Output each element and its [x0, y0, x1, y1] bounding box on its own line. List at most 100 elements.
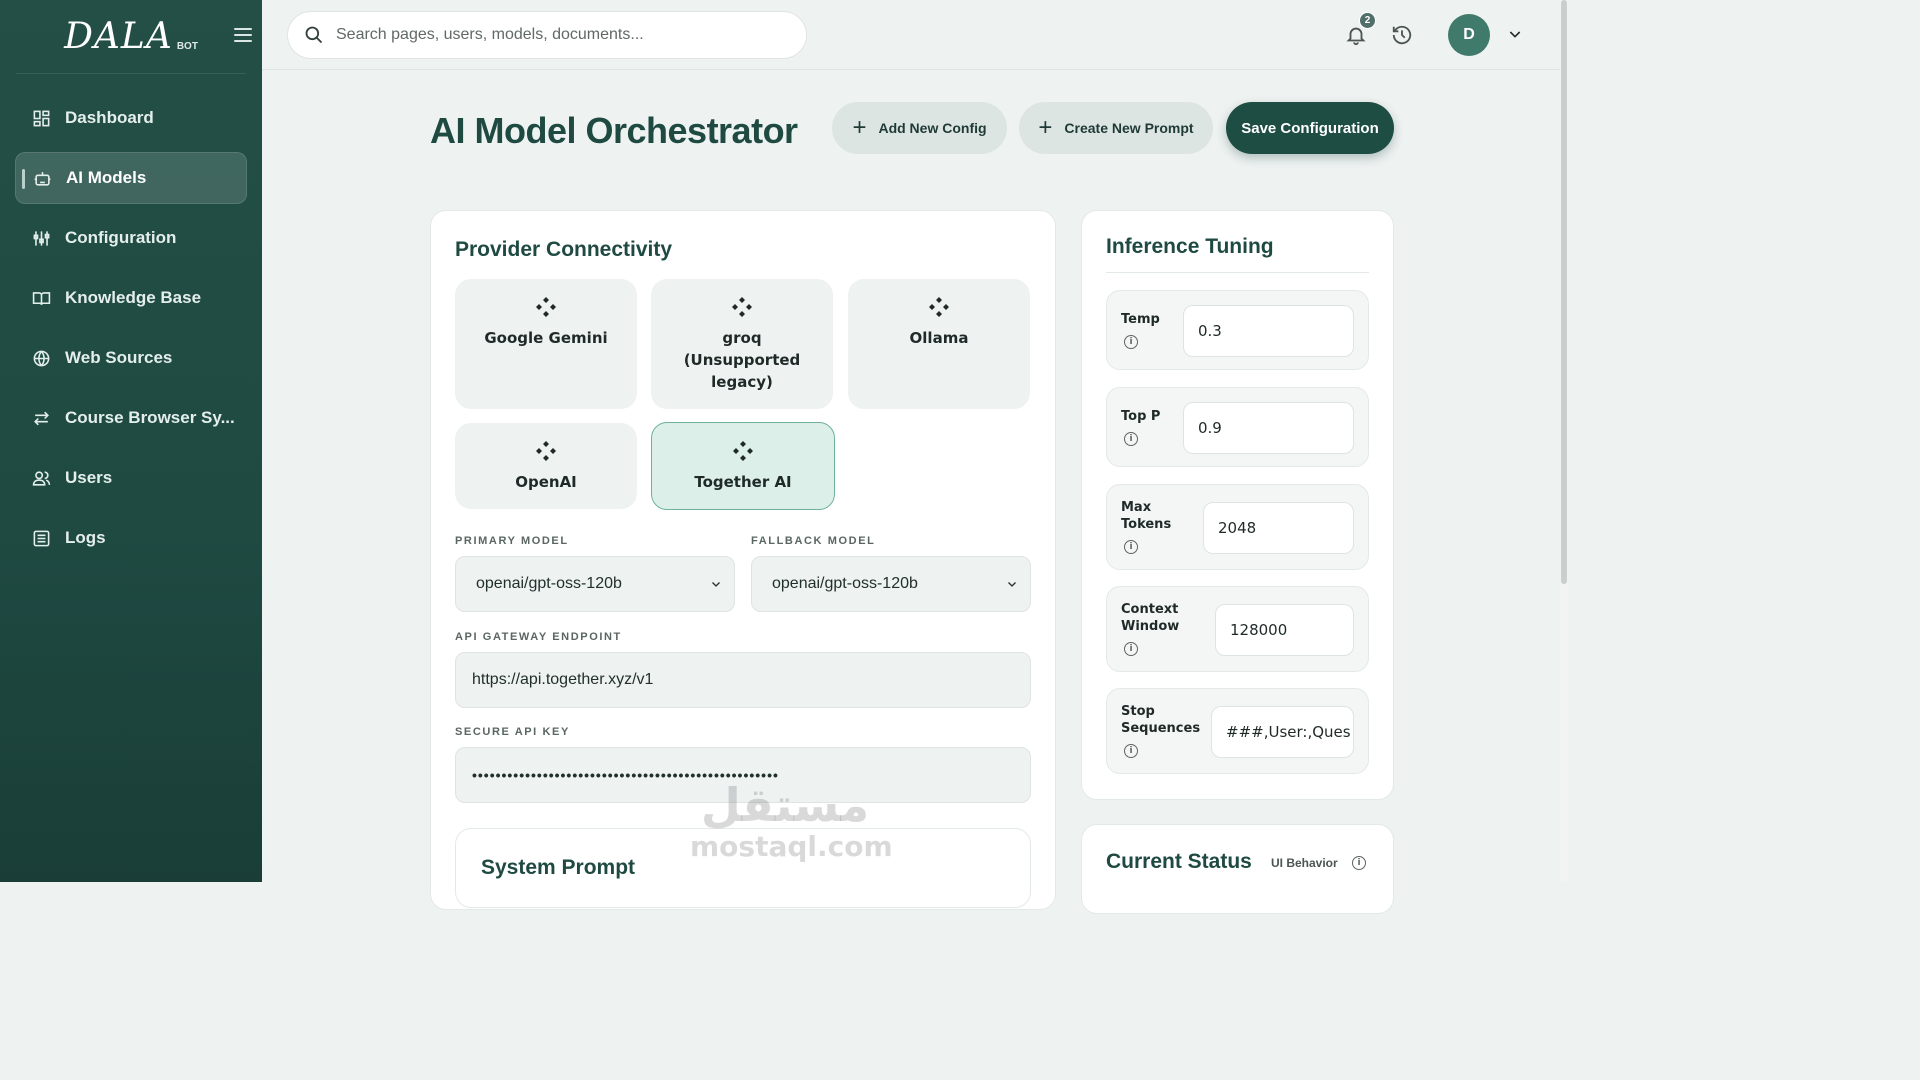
info-icon[interactable]: i	[1124, 744, 1138, 758]
chevron-down-icon[interactable]	[1507, 26, 1523, 42]
globe-icon	[31, 348, 51, 368]
provider-icon	[929, 297, 949, 317]
sidebar-item-dashboard[interactable]: Dashboard	[15, 92, 247, 144]
ui-behavior-label: UI Behavior	[1271, 856, 1338, 870]
info-icon[interactable]: i	[1124, 335, 1138, 349]
topbar: 2 D	[262, 0, 1568, 882]
logo-row: DALA BOT	[16, 0, 252, 74]
fallback-model-value: openai/gpt-oss-120b	[772, 575, 918, 592]
max-tokens-input[interactable]: 2048	[1203, 502, 1354, 554]
provider-name: Together AI	[694, 473, 792, 491]
sidebar-nav: Dashboard AI Models Configuration Knowle…	[0, 92, 262, 564]
scrollbar-thumb[interactable]	[1561, 0, 1567, 584]
plus-icon: +	[852, 114, 867, 141]
plus-icon: +	[1038, 114, 1053, 141]
provider-icon	[536, 441, 556, 461]
hamburger-menu-icon[interactable]	[234, 28, 252, 44]
context-window-input[interactable]: 128000	[1215, 604, 1354, 656]
create-new-prompt-button[interactable]: + Create New Prompt	[1019, 102, 1213, 154]
robot-icon	[32, 168, 52, 188]
sidebar-item-label: Web Sources	[65, 348, 173, 367]
provider-connectivity-title: Provider Connectivity	[455, 238, 673, 261]
provider-ollama[interactable]: Ollama	[848, 279, 1030, 409]
primary-model-label: PRIMARY MODEL	[455, 535, 569, 547]
tuning-label: Top P	[1121, 409, 1161, 424]
scrollbar[interactable]	[1560, 0, 1568, 882]
sidebar: DALA BOT Dashboard AI Models Configurati…	[0, 0, 262, 882]
avatar[interactable]: D	[1448, 14, 1490, 56]
provider-icon	[733, 441, 753, 461]
sidebar-item-label: AI Models	[66, 168, 147, 187]
search-bar[interactable]	[287, 11, 807, 59]
watermark-arabic: مستقل	[700, 778, 870, 832]
fallback-model-select[interactable]: openai/gpt-oss-120b	[751, 556, 1031, 612]
top-p-input[interactable]: 0.9	[1183, 402, 1354, 454]
dashboard-icon	[31, 108, 51, 128]
watermark-latin: mostaql.com	[690, 830, 893, 863]
search-icon	[305, 26, 323, 44]
sidebar-item-configuration[interactable]: Configuration	[15, 212, 247, 264]
users-icon	[31, 468, 51, 488]
system-prompt-title: System Prompt	[481, 856, 636, 879]
sidebar-item-users[interactable]: Users	[15, 452, 247, 504]
divider	[1106, 272, 1369, 273]
inference-tuning-title: Inference Tuning	[1106, 235, 1274, 258]
provider-name: Ollama	[909, 329, 969, 347]
primary-model-value: openai/gpt-oss-120b	[476, 575, 622, 592]
logs-icon	[31, 528, 51, 548]
swap-icon	[31, 408, 51, 428]
api-key-label: SECURE API KEY	[455, 726, 570, 738]
page-title: AI Model Orchestrator	[430, 110, 798, 151]
fallback-model-label: FALLBACK MODEL	[751, 535, 876, 547]
provider-together-ai[interactable]: Together AI	[651, 422, 835, 510]
sidebar-item-logs[interactable]: Logs	[15, 512, 247, 564]
provider-icon	[536, 297, 556, 317]
notification-badge: 2	[1359, 12, 1376, 29]
sliders-icon	[31, 228, 51, 248]
primary-model-select[interactable]: openai/gpt-oss-120b	[455, 556, 735, 612]
info-icon[interactable]: i	[1124, 540, 1138, 554]
sidebar-item-web-sources[interactable]: Web Sources	[15, 332, 247, 384]
sidebar-item-label: Configuration	[65, 228, 177, 247]
tuning-row-temp: Temp i 0.3	[1106, 290, 1369, 370]
current-status-title: Current Status	[1106, 850, 1252, 873]
info-icon[interactable]: i	[1352, 856, 1366, 870]
api-endpoint-input[interactable]: https://api.together.xyz/v1	[455, 652, 1031, 708]
history-icon[interactable]	[1391, 24, 1415, 48]
tuning-row-top-p: Top P i 0.9	[1106, 387, 1369, 467]
sidebar-item-label: Dashboard	[65, 108, 154, 127]
sidebar-item-knowledge-base[interactable]: Knowledge Base	[15, 272, 247, 324]
temp-input[interactable]: 0.3	[1183, 305, 1354, 357]
sidebar-item-ai-models[interactable]: AI Models	[15, 152, 247, 204]
chevron-down-icon	[712, 582, 720, 587]
add-new-config-label: Add New Config	[878, 120, 987, 136]
watermark: مستقل mostaql.com	[690, 778, 893, 863]
tuning-row-stop-sequences: Stop Sequences i ###,User:,Ques	[1106, 688, 1369, 774]
sidebar-item-label: Logs	[65, 528, 106, 547]
tuning-label: Temp	[1121, 312, 1160, 327]
tuning-label: Context Window	[1121, 602, 1180, 634]
search-input[interactable]	[336, 26, 776, 44]
provider-openai[interactable]: OpenAI	[455, 423, 637, 509]
sidebar-item-course-browser[interactable]: Course Browser Sy...	[15, 392, 247, 444]
logo: DALA	[64, 16, 173, 57]
sidebar-item-label: Course Browser Sy...	[65, 408, 235, 427]
add-new-config-button[interactable]: + Add New Config	[832, 102, 1007, 154]
save-configuration-button[interactable]: Save Configuration	[1226, 102, 1394, 154]
info-icon[interactable]: i	[1124, 432, 1138, 446]
create-new-prompt-label: Create New Prompt	[1064, 120, 1194, 136]
tuning-row-context-window: Context Window i 128000	[1106, 586, 1369, 672]
tuning-label: Stop Sequences	[1121, 704, 1201, 736]
tuning-label: Max Tokens	[1121, 500, 1172, 532]
logo-subtitle: BOT	[176, 41, 198, 52]
provider-name: Google Gemini	[484, 329, 608, 347]
info-icon[interactable]: i	[1124, 642, 1138, 656]
provider-name: groq (Unsupported legacy)	[683, 329, 801, 391]
chevron-down-icon	[1008, 582, 1016, 587]
sidebar-item-label: Knowledge Base	[65, 288, 202, 307]
sidebar-item-label: Users	[65, 468, 113, 487]
provider-groq[interactable]: groq (Unsupported legacy)	[651, 279, 833, 409]
provider-google-gemini[interactable]: Google Gemini	[455, 279, 637, 409]
api-endpoint-label: API GATEWAY ENDPOINT	[455, 631, 622, 643]
stop-sequences-input[interactable]: ###,User:,Ques	[1211, 706, 1354, 758]
